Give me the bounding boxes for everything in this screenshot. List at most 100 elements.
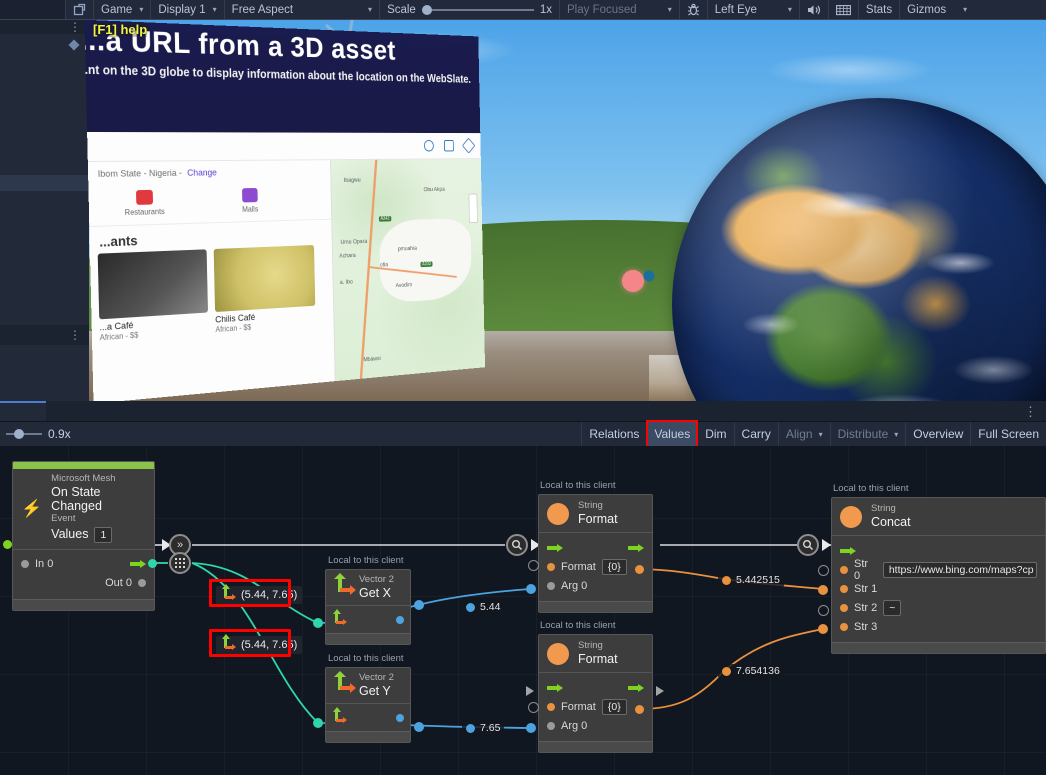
webslate-browser-content[interactable]: Ibom State - Nigeria - Change ⚙ ✕ Restau…	[87, 131, 486, 404]
exec-out-arrow-icon[interactable]	[628, 683, 644, 692]
str-row-2[interactable]: Str 2 ~	[840, 598, 1037, 617]
exec-out-arrow-icon[interactable]	[130, 560, 146, 569]
port-row-out[interactable]: Out 0	[21, 574, 146, 593]
output-port-dot[interactable]	[396, 713, 404, 722]
str-row-0[interactable]: Str 0 https://www.bing.com/maps?cp	[840, 558, 1037, 582]
relations-button[interactable]: Relations	[581, 422, 646, 446]
restaurant-card[interactable]: ...a Café African - $$	[97, 249, 209, 342]
port-row[interactable]	[332, 608, 404, 629]
format-bottom-exec-port[interactable]	[528, 702, 539, 713]
str-row-1[interactable]: Str 1	[840, 579, 1037, 598]
port-row-in[interactable]: In 0	[21, 555, 146, 574]
format-input-dot[interactable]	[547, 702, 555, 711]
node-string-format-top[interactable]: String Format Format {0} Arg 0	[538, 494, 653, 614]
str3-input-dot[interactable]	[840, 622, 848, 631]
scale-slider[interactable]	[421, 4, 534, 15]
values-button[interactable]: Values	[646, 420, 699, 448]
magnifier-badge-top[interactable]	[506, 534, 528, 556]
node-on-state-changed[interactable]: ⚡ Microsoft Mesh On State Changed Event …	[12, 461, 155, 611]
kebab-menu-icon[interactable]: ⋮	[1024, 404, 1038, 420]
format-value-input[interactable]: {0}	[601, 698, 627, 715]
side-panel-selected-row[interactable]	[0, 175, 89, 191]
exec-in-arrow-icon[interactable]	[840, 546, 856, 555]
eye-selector[interactable]: Left Eye ▾	[708, 0, 800, 19]
tag-icon[interactable]	[67, 38, 81, 52]
format-input-dot[interactable]	[547, 562, 555, 571]
window-popout-corner[interactable]	[66, 1, 88, 18]
format-value-input[interactable]: {0}	[601, 558, 627, 575]
restaurant-card[interactable]: Chilis Café African - $$	[213, 244, 316, 334]
str-row-3[interactable]: Str 3	[840, 617, 1037, 636]
arg-input-dot[interactable]	[547, 581, 555, 590]
arg-row[interactable]: Arg 0	[547, 576, 644, 595]
str2-input-dot[interactable]	[840, 603, 848, 612]
get-y-output-dot[interactable]	[414, 722, 424, 732]
str1-input-dot[interactable]	[840, 584, 848, 593]
format-bottom-exec-in-arrow[interactable]	[526, 686, 534, 696]
globe-location-marker-secondary[interactable]	[643, 270, 655, 282]
format-bottom-exec-out-arrow[interactable]	[656, 686, 664, 696]
exec-in-arrow-icon[interactable]	[547, 683, 563, 692]
exec-in-arrow-icon[interactable]	[547, 543, 563, 552]
graph-zoom-knob[interactable]	[14, 429, 24, 439]
scale-slider-group[interactable]: Scale 1x	[380, 0, 560, 19]
concat-port-str3[interactable]	[818, 624, 828, 634]
concat-port-str2[interactable]	[818, 605, 829, 616]
get-x-output-dot[interactable]	[414, 600, 424, 610]
format-top-output-dot[interactable]	[635, 565, 644, 574]
event-data-out-dot[interactable]	[148, 559, 157, 568]
node-vector2-get-x[interactable]: Vector 2 Get X	[325, 569, 411, 646]
str0-input-dot[interactable]	[840, 565, 848, 574]
webslate-panel[interactable]: ...a URL from a 3D asset ...nt on the 3D…	[84, 19, 486, 404]
align-button[interactable]: Align ▾	[777, 422, 830, 446]
graph-zoom-slider[interactable]	[6, 429, 42, 439]
category-item[interactable]: Malls	[223, 187, 277, 215]
values-count-input[interactable]: 1	[94, 526, 113, 543]
kebab-menu-icon[interactable]: ⋮	[69, 20, 82, 34]
node-graph-canvas[interactable]: ⚡ Microsoft Mesh On State Changed Event …	[0, 446, 1046, 775]
map-pane[interactable]: A342 A233 Ibagwu Obu Akpa Umu Opara Acha…	[330, 158, 486, 382]
output-port-dot[interactable]	[396, 615, 404, 624]
distribute-button[interactable]: Distribute ▾	[829, 422, 906, 446]
format-top-exec-in-port[interactable]	[528, 560, 539, 571]
grid-button[interactable]	[829, 0, 859, 19]
format-top-arg-in-dot[interactable]	[526, 584, 536, 594]
kebab-menu-icon[interactable]: ⋮	[69, 328, 82, 342]
debug-button[interactable]	[680, 0, 708, 19]
scale-slider-knob[interactable]	[421, 4, 432, 15]
graph-zoom-control[interactable]: 0.9x	[0, 427, 71, 441]
map-zoom-control[interactable]	[468, 193, 478, 224]
stats-button[interactable]: Stats	[859, 0, 901, 19]
concat-port-str1[interactable]	[818, 585, 828, 595]
aspect-selector[interactable]: Free Aspect ▾	[225, 0, 381, 19]
event-exec-in-dot[interactable]	[3, 540, 12, 549]
change-location-link[interactable]: Change	[187, 168, 217, 179]
play-focused-selector[interactable]: Play Focused ▾	[560, 0, 680, 19]
format-bottom-arg-in-dot[interactable]	[526, 723, 536, 733]
category-item[interactable]: Restaurants	[115, 189, 173, 217]
carry-button[interactable]: Carry	[733, 422, 778, 446]
gizmos-button[interactable]: Gizmos ▾	[900, 0, 974, 19]
format-bottom-output-dot[interactable]	[635, 705, 644, 714]
globe-location-marker-primary[interactable]	[622, 270, 644, 292]
format-row[interactable]: Format {0}	[547, 557, 644, 576]
exec-out-arrow-icon[interactable]	[628, 543, 644, 552]
input-port-dot[interactable]	[21, 560, 29, 569]
format-row[interactable]: Format {0}	[547, 697, 644, 716]
arg-row[interactable]: Arg 0	[547, 716, 644, 735]
node-vector2-get-y[interactable]: Vector 2 Get Y	[325, 667, 411, 744]
str2-value-input[interactable]: ~	[883, 599, 902, 616]
grid-dots-badge[interactable]	[169, 552, 191, 574]
full-screen-button[interactable]: Full Screen	[970, 422, 1046, 446]
game-tab-selector[interactable]: Game ▾	[94, 0, 152, 19]
arg-input-dot[interactable]	[547, 721, 555, 730]
get-y-input-dot[interactable]	[313, 718, 323, 728]
output-port-dot[interactable]	[138, 579, 146, 588]
concat-port-str0[interactable]	[818, 565, 829, 576]
get-x-input-dot[interactable]	[313, 618, 323, 628]
node-string-concat[interactable]: String Concat Str 0 https://www.bing.com…	[831, 497, 1046, 655]
exec-row[interactable]	[547, 678, 644, 697]
display-selector[interactable]: Display 1 ▾	[151, 0, 225, 19]
share-icon[interactable]	[423, 140, 434, 152]
search-icon[interactable]	[444, 140, 454, 152]
